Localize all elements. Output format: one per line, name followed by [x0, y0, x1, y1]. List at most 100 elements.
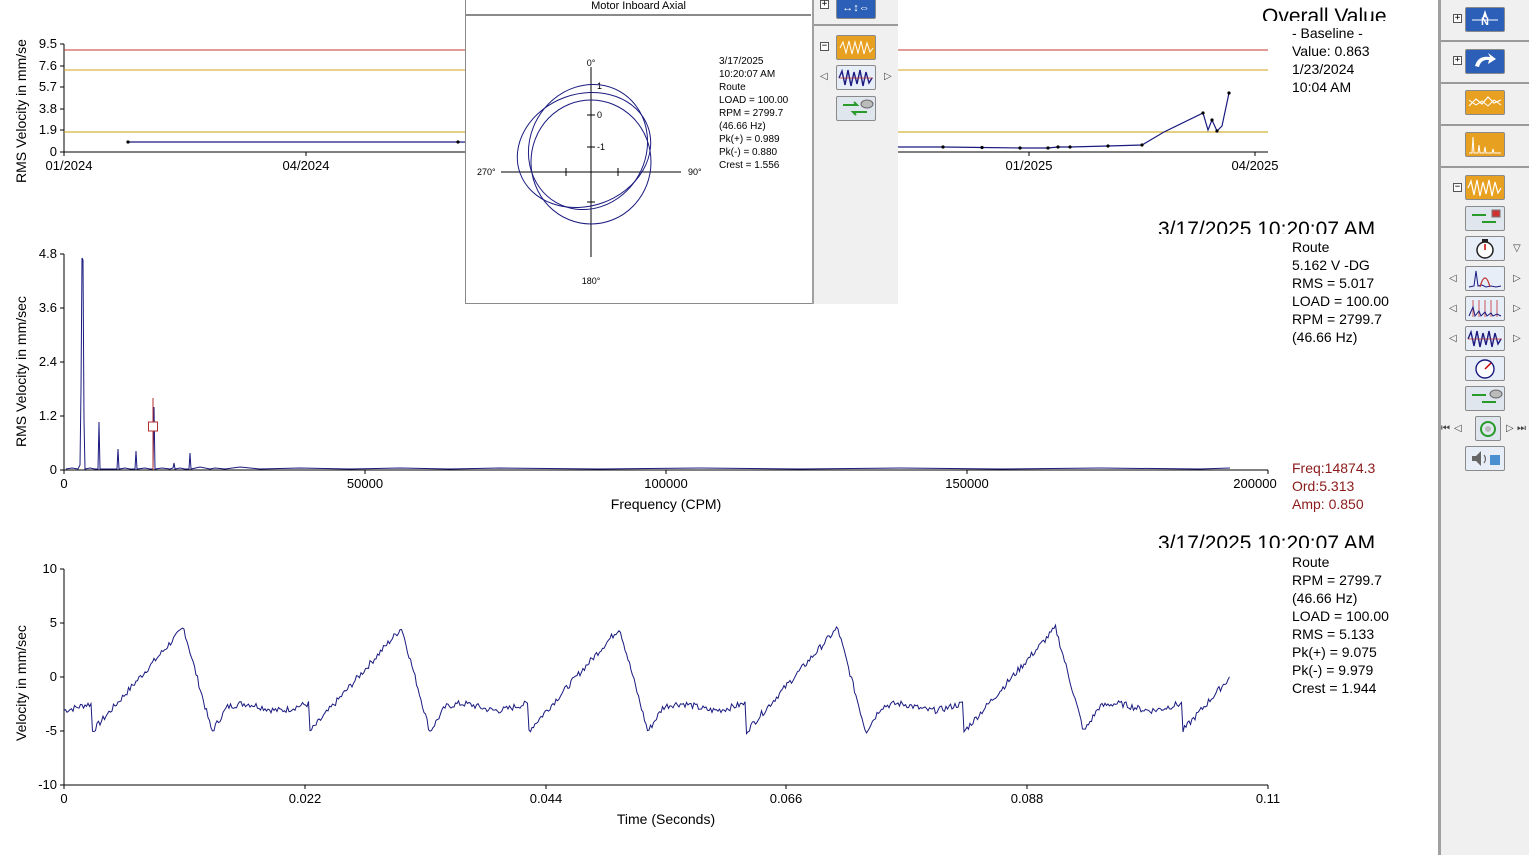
- first-arrow-icon[interactable]: ⏮: [1441, 423, 1450, 434]
- waveform-ytick: 10: [43, 561, 57, 576]
- trend-ytick: 3.8: [39, 101, 57, 116]
- waveform-plot-icon[interactable]: [1465, 175, 1505, 200]
- waveform-info: Route RPM = 2799.7 (46.66 Hz) LOAD = 100…: [1292, 553, 1389, 697]
- last-arrow-icon[interactable]: ⏭: [1517, 423, 1526, 434]
- trend-xtick: 01/2024: [46, 158, 93, 173]
- trend-info-line: - Baseline -: [1292, 25, 1363, 41]
- spectrum-xlabel: Frequency (CPM): [611, 496, 721, 512]
- waveform-chart[interactable]: 10 5 0 -5 -10 0 0.022 0.044 0.066 0.088 …: [0, 555, 1290, 845]
- prev-arrow-icon[interactable]: ◁: [1449, 273, 1457, 284]
- spectrum-xtick: 100000: [644, 476, 687, 491]
- trend-xtick: 04/2025: [1232, 158, 1279, 173]
- refresh-arrow-icon[interactable]: [1465, 49, 1505, 74]
- waveform-info-line: RMS = 5.133: [1292, 626, 1375, 642]
- trend-info: - Baseline - Value: 0.863 1/23/2024 10:0…: [1292, 24, 1370, 96]
- waveform-xlabel: Time (Seconds): [617, 811, 715, 827]
- spectrum-timestamp: 3/17/2025 10:20:07 AM: [1158, 219, 1376, 234]
- waveform-xtick: 0.11: [1256, 791, 1280, 806]
- orbit-angle-180: 180°: [582, 276, 601, 286]
- orbit-popup-title: Motor Inboard Axial: [466, 0, 811, 16]
- next-arrow-icon[interactable]: ▷: [1513, 333, 1521, 344]
- orbit-info-line: (46.66 Hz): [719, 121, 766, 132]
- collapse-icon[interactable]: −: [1453, 183, 1462, 192]
- collapse-icon[interactable]: −: [820, 42, 829, 51]
- orbit-angle-270: 270°: [477, 167, 496, 177]
- orbit-trace: [516, 91, 652, 209]
- trend-info-line: 1/23/2024: [1292, 61, 1355, 77]
- orbit-angle-90: 90°: [688, 167, 702, 177]
- orbit-info-line: Route: [719, 82, 746, 93]
- prev-arrow-icon[interactable]: ◁: [1449, 333, 1457, 344]
- spectrum-ytick: 2.4: [39, 354, 57, 369]
- waveform-ytick: -10: [38, 777, 57, 792]
- spectrum-xtick: 200000: [1233, 476, 1276, 491]
- trend-ytick: 9.5: [39, 36, 57, 51]
- waveform-info-line: (46.66 Hz): [1292, 590, 1358, 606]
- waveform-xtick: 0: [60, 791, 67, 806]
- next-arrow-icon[interactable]: ▷: [1513, 303, 1521, 314]
- route-exchange-icon[interactable]: [1465, 386, 1505, 411]
- prev-arrow-icon[interactable]: ◁: [1454, 423, 1462, 434]
- cursor-freq: Freq:14874.3: [1292, 460, 1376, 476]
- spectrum-info-line: Route: [1292, 239, 1330, 255]
- spectrum-peak-icon[interactable]: [1465, 266, 1505, 291]
- waveform-info-line: Route: [1292, 554, 1330, 570]
- spectrum-ytick: 3.6: [39, 300, 57, 315]
- trend-ytick: 5.7: [39, 79, 57, 94]
- prev-arrow-icon[interactable]: ◁: [820, 71, 828, 82]
- trend-plot-icon[interactable]: [1465, 90, 1505, 115]
- dropdown-arrow-icon[interactable]: ▽: [1513, 243, 1521, 254]
- spectrum-info-line: (46.66 Hz): [1292, 329, 1358, 345]
- scale-arrows-button[interactable]: ↔↕⇔: [836, 0, 876, 19]
- next-arrow-icon[interactable]: ▷: [884, 71, 892, 82]
- orbit-inner-tick: 0: [597, 110, 602, 120]
- next-arrow-icon[interactable]: ▷: [1506, 423, 1514, 434]
- svg-text:N: N: [1481, 16, 1489, 28]
- trend-title: Overall Value: [1262, 6, 1387, 21]
- cycle-icon[interactable]: [1475, 416, 1501, 441]
- waveform-xtick: 0.088: [1011, 791, 1044, 806]
- spectrum-cursor-marker: [148, 421, 158, 432]
- cursor-order: Ord:5.313: [1292, 478, 1355, 494]
- gauge-icon[interactable]: [1465, 356, 1505, 381]
- waveform-xtick: 0.044: [530, 791, 563, 806]
- waveform-trace: [63, 623, 1230, 736]
- trend-xtick: 01/2025: [1006, 158, 1053, 173]
- timer-icon[interactable]: [1465, 236, 1505, 261]
- waveform-ytick: 5: [50, 615, 57, 630]
- trend-xtick: 04/2024: [283, 158, 330, 173]
- waveform-timestamp: 3/17/2025 10:20:07 AM: [1158, 533, 1376, 548]
- cursor-amp: Amp: 0.850: [1292, 496, 1364, 512]
- spectrum-cursor-readout: Freq:14874.3 Ord:5.313 Amp: 0.850: [1292, 459, 1375, 513]
- waveform-ytick: -5: [45, 723, 57, 738]
- spectrum-harmonics-icon[interactable]: [1465, 296, 1505, 321]
- speaker-icon[interactable]: [1465, 446, 1505, 471]
- spectrum-plot-button[interactable]: [836, 35, 876, 60]
- spectrum-plot-icon[interactable]: [1465, 132, 1505, 157]
- trend-info-line: Value: 0.863: [1292, 43, 1370, 59]
- expand-icon[interactable]: +: [820, 0, 829, 9]
- waveform-info-line: Crest = 1.944: [1292, 680, 1377, 696]
- orbit-info: 3/17/2025 10:20:07 AM Route LOAD = 100.0…: [719, 55, 788, 172]
- spectrum-xtick: 0: [60, 476, 67, 491]
- waveform-button[interactable]: [836, 65, 876, 90]
- orbit-info-line: Pk(+) = 0.989: [719, 134, 780, 145]
- route-exchange-button[interactable]: [836, 96, 876, 121]
- waveform-icon[interactable]: [1465, 326, 1505, 351]
- waveform-info-line: LOAD = 100.00: [1292, 608, 1389, 624]
- navigator-icon[interactable]: N: [1465, 7, 1505, 32]
- prev-arrow-icon[interactable]: ◁: [1449, 303, 1457, 314]
- spectrum-ytick: 0: [50, 462, 57, 477]
- expand-icon[interactable]: +: [1453, 14, 1462, 23]
- orbit-info-line: LOAD = 100.00: [719, 95, 789, 106]
- waveform-ytick: 0: [50, 669, 57, 684]
- right-toolbar: + N + − ▽ ◁ ▷ ◁ ▷ ◁ ▷ ⏮ ◁ ▷ ⏭: [1438, 0, 1529, 855]
- next-arrow-icon[interactable]: ▷: [1513, 273, 1521, 284]
- waveform-xtick: 0.022: [289, 791, 322, 806]
- orbit-popup-toolbar: + ↔↕⇔ − ◁ ▷: [812, 0, 898, 304]
- route-exchange-icon[interactable]: [1465, 206, 1505, 231]
- spectrum-info-line: RPM = 2799.7: [1292, 311, 1382, 327]
- trend-ytick: 0: [50, 144, 57, 159]
- waveform-xtick: 0.066: [770, 791, 803, 806]
- expand-icon[interactable]: +: [1453, 56, 1462, 65]
